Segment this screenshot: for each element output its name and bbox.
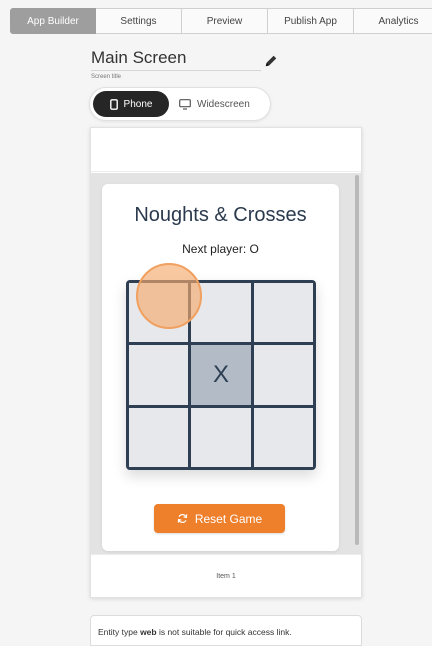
game-card: Noughts & Crosses Next player: O X Reset… [102, 184, 339, 551]
pencil-icon[interactable] [264, 54, 278, 68]
viewport-scrollbar[interactable] [355, 175, 359, 545]
notice-entity: web [140, 627, 157, 637]
board-cell[interactable] [191, 407, 251, 467]
board-cell[interactable] [129, 345, 189, 405]
board-cell[interactable] [129, 407, 189, 467]
phone-header [91, 128, 361, 172]
device-toggle: Phone Widescreen [89, 87, 271, 121]
tab-publish-app[interactable]: Publish App [268, 8, 354, 34]
monitor-icon [179, 98, 191, 110]
screen-title-label: Screen title [91, 74, 122, 80]
tab-settings[interactable]: Settings [96, 8, 182, 34]
phone-button-label: Phone [123, 98, 153, 110]
tab-preview[interactable]: Preview [182, 8, 268, 34]
screen-title-block: Main Screen Screen title [91, 48, 261, 80]
board-cell[interactable] [129, 283, 189, 343]
widescreen-button-label: Widescreen [197, 98, 250, 110]
board-cell[interactable] [191, 283, 251, 343]
bottom-nav-item[interactable]: Item 1 [216, 573, 235, 580]
phone-bottom-nav: Item 1 [91, 554, 361, 597]
screen-title-input[interactable]: Main Screen [91, 48, 261, 71]
game-title: Noughts & Crosses [134, 204, 307, 226]
next-player-status: Next player: O [182, 242, 259, 256]
notice-suffix: is not suitable for quick access link. [156, 627, 292, 637]
phone-preview: Noughts & Crosses Next player: O X Reset… [90, 127, 362, 598]
reset-game-label: Reset Game [194, 511, 263, 526]
top-tab-bar: App Builder Settings Preview Publish App… [10, 8, 432, 34]
board-cell[interactable] [253, 283, 313, 343]
phone-button[interactable]: Phone [93, 91, 169, 117]
board-cell[interactable] [253, 345, 313, 405]
notice-prefix: Entity type [98, 627, 141, 637]
tab-app-builder[interactable]: App Builder [10, 8, 96, 34]
phone-viewport: Noughts & Crosses Next player: O X Reset… [91, 173, 361, 555]
widescreen-button[interactable]: Widescreen [169, 91, 260, 117]
board-cell[interactable] [253, 407, 313, 467]
phone-icon [109, 98, 118, 110]
refresh-icon [177, 514, 188, 523]
game-board: X [126, 280, 316, 470]
board-cell[interactable]: X [191, 345, 251, 405]
quick-access-notice: Entity type web is not suitable for quic… [90, 615, 362, 646]
tab-analytics[interactable]: Analytics [354, 8, 432, 34]
reset-game-button[interactable]: Reset Game [154, 504, 285, 533]
